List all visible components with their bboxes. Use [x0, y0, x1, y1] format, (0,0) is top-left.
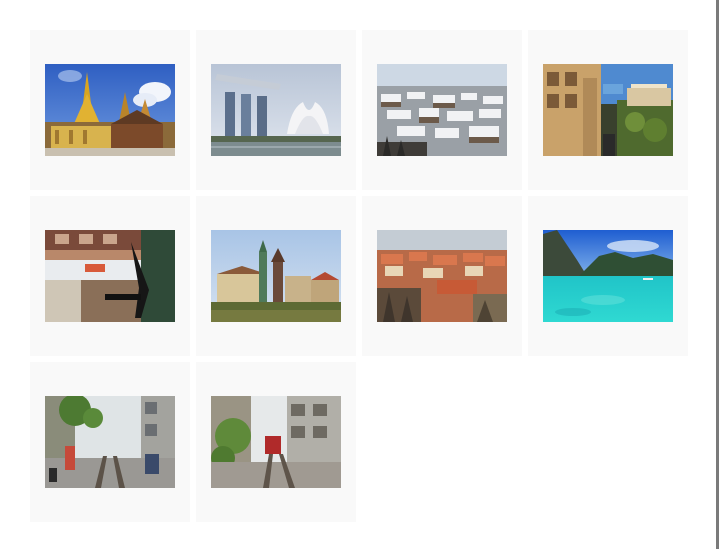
photo-tropical-lagoon[interactable]: [543, 230, 673, 322]
photo-castle-hill[interactable]: [211, 230, 341, 322]
photo-train-street-2[interactable]: [211, 396, 341, 488]
gallery-page: [0, 0, 719, 549]
thumbnail-tile-rotated-street[interactable]: [30, 196, 190, 356]
photo-rotated-street[interactable]: [45, 230, 175, 322]
photo-marina-bay-sands[interactable]: [211, 64, 341, 156]
thumbnail-tile-train-street-2[interactable]: [196, 362, 356, 522]
thumbnail-tile-cliffside-town[interactable]: [528, 30, 688, 190]
photo-red-roof-city[interactable]: [377, 230, 507, 322]
thumbnail-tile-thai-temple[interactable]: [30, 30, 190, 190]
photo-snowy-rooftops[interactable]: [377, 64, 507, 156]
thumbnail-tile-snowy-rooftops[interactable]: [362, 30, 522, 190]
thumbnail-tile-castle-hill[interactable]: [196, 196, 356, 356]
thumbnail-grid: [30, 30, 688, 522]
photo-train-street-1[interactable]: [45, 396, 175, 488]
photo-cliffside-town[interactable]: [543, 64, 673, 156]
thumbnail-tile-red-roof-city[interactable]: [362, 196, 522, 356]
thumbnail-tile-tropical-lagoon[interactable]: [528, 196, 688, 356]
photo-thai-temple[interactable]: [45, 64, 175, 156]
thumbnail-tile-marina-bay-sands[interactable]: [196, 30, 356, 190]
thumbnail-tile-train-street-1[interactable]: [30, 362, 190, 522]
